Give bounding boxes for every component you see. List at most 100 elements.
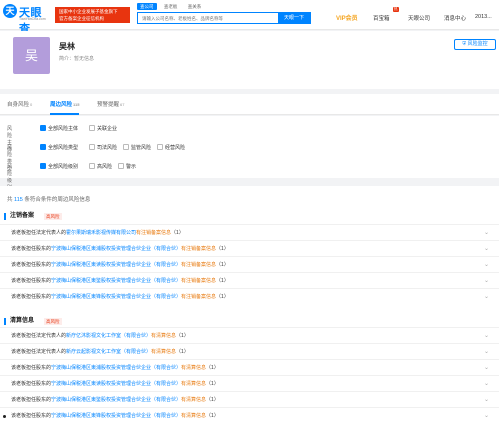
company-link[interactable]: 宁波梅山保税港区東锋股权投资管理合伙企业（有限合伙） — [51, 294, 181, 300]
company-link[interactable]: 宁波梅山保税港区東浦股权投资管理合伙企业（有限合伙） — [51, 246, 181, 252]
promo-banner[interactable]: 国家中小企业发展子基金旗下 官方备案企业征信机构 — [55, 7, 130, 23]
site-logo[interactable]: 天 天眼查 TianYanCha.com — [3, 4, 53, 35]
result-count: 共 115 条符合条件的周边风险信息 — [7, 195, 90, 203]
chevron-down-icon[interactable]: ⌄ — [484, 392, 489, 407]
filter-level-high[interactable]: 高风险 — [89, 163, 112, 170]
risk-reason: 有注销备案信息 — [181, 262, 217, 268]
company-link[interactable]: 宁波梅山保税港区東浦股权投资管理合伙企业（有限合伙） — [51, 365, 181, 371]
filter-subject-all[interactable]: 全部风险主体 — [40, 125, 78, 132]
search-button[interactable]: 天眼一下 — [278, 13, 310, 23]
person-intro: 简介：暂无信息 — [59, 55, 94, 62]
checkbox-icon — [89, 144, 95, 150]
vip-link[interactable]: VIP会员 — [336, 13, 358, 22]
filter-level-warning[interactable]: 警示 — [118, 163, 136, 170]
checkbox-icon — [89, 163, 95, 169]
row-prefix: 该老板担任股东的 — [11, 397, 52, 403]
table-row[interactable]: 该老板担任股东的宁波梅山保税港区東读股权投资管理合伙企业（有限合伙）有注销备案信… — [0, 256, 499, 272]
risk-reason: 有注销备案信息 — [181, 294, 217, 300]
search-tab-relation[interactable]: 查关系 — [185, 3, 205, 10]
filter-level-all[interactable]: 全部风险级别 — [40, 163, 78, 170]
bullet-dot — [3, 415, 6, 418]
filter-subject-related[interactable]: 关联企业 — [89, 125, 117, 132]
risk-tabs: 自身风险0 周边风险115 预警提醒67 — [0, 94, 499, 115]
risk-reason: 有清算信息 — [181, 397, 207, 403]
tab-surrounding-risk[interactable]: 周边风险115 — [50, 100, 80, 115]
nav-toolbox[interactable]: 百宝箱 — [373, 14, 390, 22]
chevron-down-icon[interactable]: ⌄ — [484, 225, 489, 240]
chevron-down-icon[interactable]: ⌄ — [484, 360, 489, 375]
risk-reason: 有清算信息 — [151, 333, 177, 339]
search-input[interactable] — [138, 13, 278, 23]
tab-self-risk-label: 自身风险 — [7, 102, 30, 108]
company-link[interactable]: 宁波梅山保税港区東读股权投资管理合伙企业（有限合伙） — [51, 381, 181, 387]
row-prefix: 该老板担任股东的 — [11, 381, 52, 387]
table-row[interactable]: 该老板担任股东的宁波梅山保税港区東读股权投资管理合伙企业（有限合伙）有清算信息（… — [0, 375, 499, 391]
table-row[interactable]: 该老板担任法定代表人的新疗云起影视文化工作室（有限合伙）有清算信息（1） ⌄ — [0, 343, 499, 359]
filter-type-regulatory-label: 监管风险 — [131, 145, 152, 151]
nav-tianyan-company[interactable]: 天眼公司 — [408, 14, 430, 22]
company-link[interactable]: 宁波梅山保税港区東鉴股权投资管理合伙企业（有限合伙） — [51, 278, 181, 284]
row-prefix: 该老板担任法定代表人的 — [11, 230, 67, 236]
chevron-down-icon[interactable]: ⌄ — [484, 376, 489, 391]
person-name: 吴林 — [59, 42, 75, 51]
filter-type-operation[interactable]: 经营风险 — [157, 144, 185, 151]
risk-monitor-label: 风险监控 — [467, 41, 488, 47]
table-row[interactable]: 该老板担任股东的宁波梅山保税港区東锋股权投资管理合伙企业（有限合伙）有注销备案信… — [0, 288, 499, 304]
checkbox-icon — [89, 125, 95, 131]
section-risk-tag: 高风险 — [44, 213, 62, 220]
risk-count: （1） — [206, 365, 219, 371]
risk-count: （1） — [206, 381, 219, 387]
company-link[interactable]: 宁波梅山保税港区東锋股权投资管理合伙企业（有限合伙） — [51, 413, 181, 419]
company-link[interactable]: 宁波梅山保税港区東读股权投资管理合伙企业（有限合伙） — [51, 262, 181, 268]
table-row[interactable]: 该老板担任股东的宁波梅山保税港区東锋股权投资管理合伙企业（有限合伙）有清算信息（… — [0, 407, 499, 423]
row-prefix: 该老板担任股东的 — [11, 294, 52, 300]
count-number: 115 — [14, 197, 23, 203]
filter-type-regulatory[interactable]: 监管风险 — [123, 144, 151, 151]
filter-type-judicial-label: 司法风险 — [97, 145, 118, 151]
checkbox-icon — [157, 144, 163, 150]
tab-self-risk[interactable]: 自身风险0 — [7, 100, 32, 115]
chevron-down-icon[interactable]: ⌄ — [484, 257, 489, 272]
risk-count: （1） — [216, 278, 229, 284]
chevron-down-icon[interactable]: ⌄ — [484, 289, 489, 304]
table-row[interactable]: 该老板担任股东的宁波梅山保税港区東鉴股权投资管理合伙企业（有限合伙）有注销备案信… — [0, 272, 499, 288]
table-row[interactable]: 该老板担任股东的宁波梅山保税港区東浦股权投资管理合伙企业（有限合伙）有清算信息（… — [0, 359, 499, 375]
chevron-down-icon[interactable]: ⌄ — [484, 344, 489, 359]
search-box: 天眼一下 — [137, 12, 311, 24]
nav-messages[interactable]: 消息中心 — [444, 14, 466, 22]
table-row[interactable]: 该老板担任股东的宁波梅山保税港区東浦股权投资管理合伙企业（有限合伙）有注销备案信… — [0, 240, 499, 256]
search-tab-boss[interactable]: 查老板 — [161, 3, 181, 10]
company-link[interactable]: 霍尔果斯瑞禾影视传媒有限公司 — [66, 230, 136, 236]
company-link[interactable]: 宁波梅山保税港区東鉴股权投资管理合伙企业（有限合伙） — [51, 397, 181, 403]
row-prefix: 该老板担任股东的 — [11, 278, 52, 284]
risk-results: 共 115 条符合条件的周边风险信息 注销备案 高风险 该老板担任法定代表人的霍… — [0, 186, 499, 425]
search-tab-company[interactable]: 查公司 — [137, 3, 157, 10]
row-prefix: 该老板担任股东的 — [11, 246, 52, 252]
chevron-down-icon[interactable]: ⌄ — [484, 408, 489, 423]
table-row[interactable]: 该老板担任股东的宁波梅山保税港区東鉴股权投资管理合伙企业（有限合伙）有清算信息（… — [0, 391, 499, 407]
tab-surrounding-risk-label: 周边风险 — [50, 102, 73, 108]
table-row[interactable]: 该老板担任法定代表人的霍尔果斯瑞禾影视传媒有限公司有注销备案信息（1） ⌄ — [0, 224, 499, 240]
nav-user[interactable]: 2013... — [475, 14, 492, 20]
tab-warning[interactable]: 预警提醒67 — [97, 100, 124, 115]
filter-level-all-label: 全部风险级别 — [48, 164, 79, 170]
risk-count: （1） — [216, 246, 229, 252]
company-link[interactable]: 新疗云起影视文化工作室（有限合伙） — [66, 349, 151, 355]
filter-type-all[interactable]: 全部风险类型 — [40, 144, 78, 151]
checkbox-checked-icon — [40, 125, 46, 131]
chevron-down-icon[interactable]: ⌄ — [484, 241, 489, 256]
risk-count: （1） — [216, 262, 229, 268]
checkbox-checked-icon — [40, 144, 46, 150]
company-link[interactable]: 新疗亿沐影视文化工作室（有限合伙） — [66, 333, 151, 339]
filter-subject-all-label: 全部风险主体 — [48, 126, 79, 132]
row-prefix: 该老板担任法定代表人的 — [11, 349, 67, 355]
filter-type-judicial[interactable]: 司法风险 — [89, 144, 117, 151]
checkbox-icon — [123, 144, 129, 150]
risk-monitor-button[interactable]: ⛨ 风险监控 — [454, 39, 496, 50]
table-row[interactable]: 该老板担任法定代表人的新疗亿沐影视文化工作室（有限合伙）有清算信息（1） ⌄ — [0, 327, 499, 343]
chevron-down-icon[interactable]: ⌄ — [484, 328, 489, 343]
chevron-down-icon[interactable]: ⌄ — [484, 273, 489, 288]
banner-line1: 国家中小企业发展子基金旗下 — [59, 9, 118, 14]
tab-warning-count: 67 — [120, 102, 125, 107]
risk-count: （1） — [176, 333, 189, 339]
